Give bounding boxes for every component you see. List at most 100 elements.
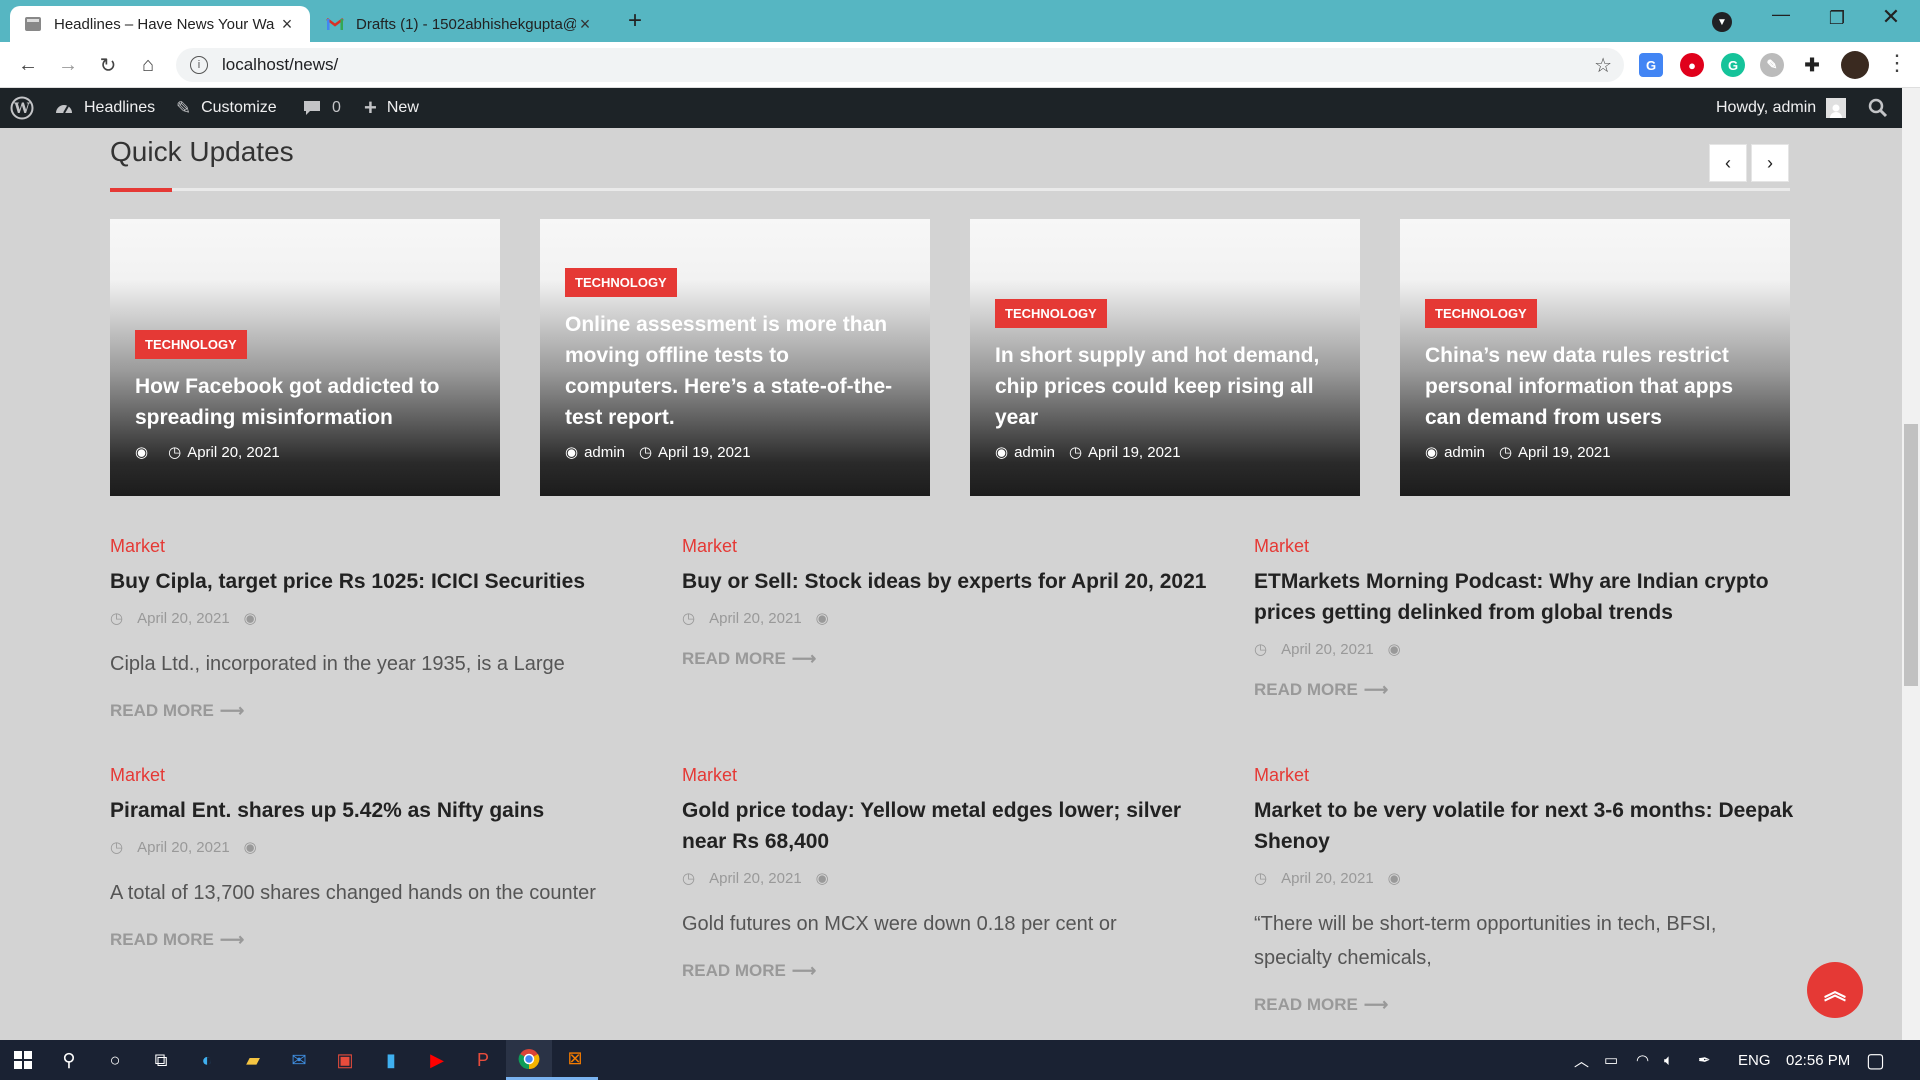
slider-card[interactable]: TECHNOLOGY Online assessment is more tha… [540, 219, 930, 496]
category-badge[interactable]: TECHNOLOGY [995, 299, 1107, 328]
youtube-icon[interactable]: ▶ [414, 1040, 460, 1080]
minimize-icon[interactable]: — [1766, 4, 1796, 34]
edge-icon[interactable]: ◐ [184, 1040, 230, 1080]
admin-customize-link[interactable]: ✎ Customize [176, 88, 277, 128]
forward-arrow-icon[interactable]: → [52, 50, 84, 80]
category-badge[interactable]: TECHNOLOGY [565, 268, 677, 297]
post-category-link[interactable]: Market [110, 536, 650, 557]
chrome-icon[interactable] [506, 1040, 552, 1080]
tab-search-icon[interactable]: ▼ [1712, 12, 1732, 32]
post-date: April 20, 2021 [1281, 640, 1374, 658]
volume-icon[interactable]: 🔈︎ [1664, 1040, 1673, 1080]
pen-icon[interactable]: ✒ [1698, 1040, 1711, 1080]
date-meta: ◷ April 19, 2021 [1069, 443, 1181, 462]
windows-start-icon[interactable] [0, 1040, 46, 1080]
post-item: Market Gold price today: Yellow metal ed… [682, 765, 1222, 981]
card-title[interactable]: How Facebook got addicted to spreading m… [135, 371, 478, 433]
wordpress-logo-icon[interactable]: W [10, 88, 34, 128]
notifications-icon[interactable]: ▢ [1866, 1040, 1885, 1080]
notes-icon[interactable]: ▮ [368, 1040, 414, 1080]
read-more-link[interactable]: READ MORE ⟶ [110, 701, 650, 721]
language-indicator[interactable]: ENG [1738, 1040, 1771, 1080]
read-more-link[interactable]: READ MORE ⟶ [1254, 995, 1794, 1015]
tray-overflow-icon[interactable]: ︿ [1574, 1040, 1589, 1080]
adblock-icon[interactable]: ● [1680, 53, 1704, 77]
battery-icon[interactable]: ▭ [1604, 1040, 1618, 1080]
info-icon[interactable]: i [190, 56, 208, 74]
extension-icon[interactable]: ✎ [1760, 53, 1784, 77]
back-to-top-button[interactable]: ︽ [1807, 962, 1863, 1018]
translate-icon[interactable]: G [1639, 53, 1663, 77]
read-more-link[interactable]: READ MORE ⟶ [682, 649, 1222, 669]
home-icon[interactable]: ⌂ [132, 50, 164, 80]
grammarly-icon[interactable]: G [1721, 53, 1745, 77]
admin-account-menu[interactable]: Howdy, admin [1716, 88, 1847, 128]
post-category-link[interactable]: Market [110, 765, 650, 786]
new-tab-icon[interactable]: + [620, 6, 650, 36]
post-title-link[interactable]: ETMarkets Morning Podcast: Why are India… [1254, 566, 1794, 628]
post-item: Market Buy Cipla, target price Rs 1025: … [110, 536, 650, 721]
file-explorer-icon[interactable]: ▰ [230, 1040, 276, 1080]
close-window-icon[interactable]: ✕ [1876, 4, 1906, 34]
profile-avatar[interactable] [1841, 51, 1869, 79]
user-circle-icon[interactable]: ◉ [816, 609, 829, 627]
back-arrow-icon[interactable]: ← [12, 50, 44, 80]
close-tab-icon[interactable]: × [576, 14, 594, 35]
post-category-link[interactable]: Market [682, 765, 1222, 786]
slider-card[interactable]: TECHNOLOGY In short supply and hot deman… [970, 219, 1360, 496]
slider-card[interactable]: TECHNOLOGY How Facebook got addicted to … [110, 219, 500, 496]
office-icon[interactable]: ▣ [322, 1040, 368, 1080]
slider-prev-button[interactable]: ‹ [1709, 144, 1747, 182]
post-title-link[interactable]: Buy Cipla, target price Rs 1025: ICICI S… [110, 566, 650, 597]
read-more-link[interactable]: READ MORE ⟶ [110, 930, 650, 950]
post-title-link[interactable]: Gold price today: Yellow metal edges low… [682, 795, 1222, 857]
powerpoint-icon[interactable]: P [460, 1040, 506, 1080]
author-meta[interactable]: ◉ [135, 443, 154, 461]
user-circle-icon[interactable]: ◉ [1388, 869, 1401, 887]
author-meta[interactable]: ◉ admin [565, 443, 625, 462]
user-circle-icon[interactable]: ◉ [244, 609, 257, 627]
xampp-icon[interactable]: ⊠ [552, 1040, 598, 1080]
post-title-link[interactable]: Piramal Ent. shares up 5.42% as Nifty ga… [110, 795, 650, 826]
user-circle-icon[interactable]: ◉ [244, 838, 257, 856]
task-view-icon[interactable]: ⧉ [138, 1040, 184, 1080]
admin-site-link[interactable]: Headlines [54, 88, 155, 128]
clock-time[interactable]: 02:56 PM [1786, 1040, 1850, 1080]
user-circle-icon[interactable]: ◉ [816, 869, 829, 887]
slider-card[interactable]: TECHNOLOGY China’s new data rules restri… [1400, 219, 1790, 496]
menu-kebab-icon[interactable]: ⋮ [1886, 50, 1908, 76]
address-bar[interactable]: i localhost/news/ ☆ [176, 48, 1624, 82]
user-circle-icon[interactable]: ◉ [1388, 640, 1401, 658]
post-title-link[interactable]: Buy or Sell: Stock ideas by experts for … [682, 566, 1222, 597]
admin-search-icon[interactable] [1868, 88, 1888, 128]
card-title[interactable]: China’s new data rules restrict personal… [1425, 340, 1768, 433]
search-icon[interactable]: ⚲ [46, 1040, 92, 1080]
restore-icon[interactable]: ❐ [1822, 8, 1852, 38]
reload-icon[interactable]: ↻ [92, 50, 124, 80]
admin-new-link[interactable]: + New [364, 88, 419, 128]
post-title-link[interactable]: Market to be very volatile for next 3-6 … [1254, 795, 1794, 857]
post-category-link[interactable]: Market [1254, 536, 1794, 557]
slider-next-button[interactable]: › [1751, 144, 1789, 182]
author-meta[interactable]: ◉ admin [995, 443, 1055, 462]
admin-comments-link[interactable]: 0 [302, 88, 341, 128]
cortana-icon[interactable]: ○ [92, 1040, 138, 1080]
bookmark-star-icon[interactable]: ☆ [1594, 53, 1612, 78]
category-badge[interactable]: TECHNOLOGY [135, 330, 247, 359]
read-more-link[interactable]: READ MORE ⟶ [682, 961, 1222, 981]
close-tab-icon[interactable]: × [278, 14, 296, 35]
category-badge[interactable]: TECHNOLOGY [1425, 299, 1537, 328]
scrollbar-thumb[interactable] [1904, 424, 1918, 686]
card-title[interactable]: Online assessment is more than moving of… [565, 309, 908, 433]
mail-icon[interactable]: ✉ [276, 1040, 322, 1080]
author-meta[interactable]: ◉ admin [1425, 443, 1485, 462]
post-category-link[interactable]: Market [1254, 765, 1794, 786]
extensions-puzzle-icon[interactable]: ✚ [1800, 53, 1824, 77]
card-title[interactable]: In short supply and hot demand, chip pri… [995, 340, 1338, 433]
wifi-icon[interactable]: ◠ [1636, 1040, 1649, 1080]
read-more-link[interactable]: READ MORE ⟶ [1254, 680, 1794, 700]
post-category-link[interactable]: Market [682, 536, 1222, 557]
tab-headlines[interactable]: Headlines – Have News Your Wa × [10, 6, 310, 42]
svg-text:W: W [13, 101, 30, 117]
tab-drafts[interactable]: Drafts (1) - 1502abhishekgupta@ × [312, 6, 608, 42]
